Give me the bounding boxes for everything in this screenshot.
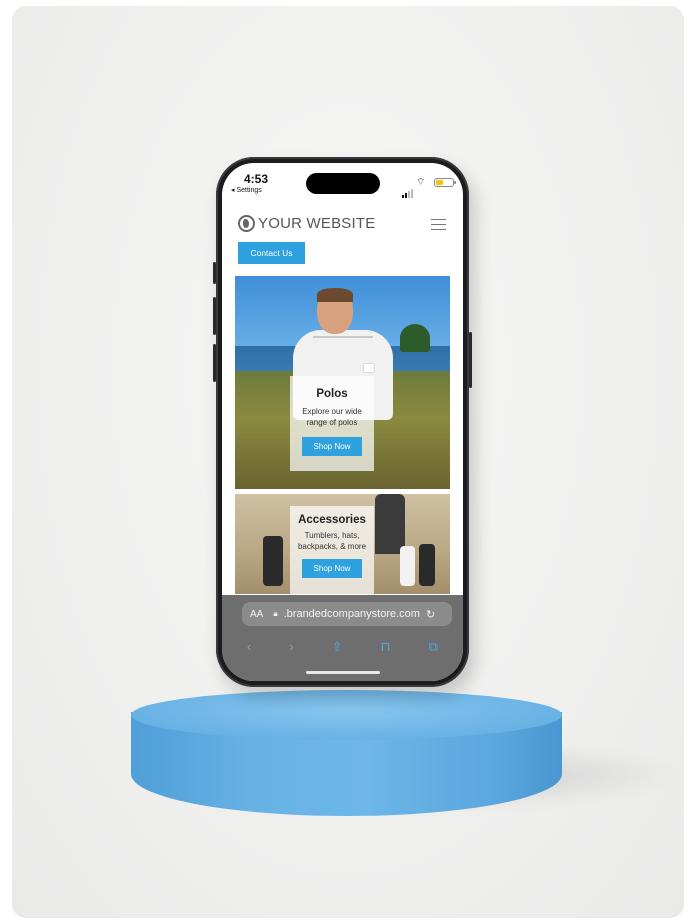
bookmarks-icon[interactable]: ⊓ — [381, 639, 391, 659]
accessories-title: Accessories — [298, 514, 366, 526]
status-bar: 4:53 ◂ Settings ⌔ — [222, 163, 463, 201]
accessories-overlay: Accessories Tumblers, hats, backpacks, &… — [290, 506, 374, 594]
polos-card[interactable]: Polos Explore our wide range of polos Sh… — [235, 276, 450, 489]
back-to-settings-link[interactable]: ◂ Settings — [231, 186, 262, 194]
pedestal — [131, 690, 562, 816]
tumbler-dark — [419, 544, 435, 586]
globe-icon[interactable] — [238, 215, 255, 232]
accessories-description: Tumblers, hats, backpacks, & more — [297, 531, 367, 551]
site-title[interactable]: YOUR WEBSITE — [258, 215, 375, 232]
share-icon[interactable]: ⇪ — [332, 639, 343, 659]
model-hair — [317, 288, 353, 302]
back-icon[interactable]: ‹ — [247, 639, 251, 659]
contact-us-button[interactable]: Contact Us — [238, 242, 305, 264]
home-indicator — [306, 671, 380, 674]
hamburger-icon[interactable] — [431, 219, 446, 234]
reload-icon[interactable]: ↻ — [426, 608, 435, 621]
screen-inner: 4:53 ◂ Settings ⌔ YOUR WEBSITE Contact U… — [222, 163, 463, 681]
cellular-signal-icon — [402, 180, 414, 198]
browser-toolbar: AA 🔒︎ .brandedcompanystore.com ↻ ‹ › ⇪ ⊓… — [222, 595, 463, 681]
polos-description: Explore our wide range of polos — [302, 407, 362, 427]
polos-overlay: Polos Explore our wide range of polos Sh… — [290, 376, 374, 471]
url-text[interactable]: .brandedcompanystore.com — [284, 608, 420, 620]
tabs-icon[interactable]: ⧉ — [429, 639, 438, 659]
shirt-logo — [363, 363, 375, 373]
accessories-shop-now-button[interactable]: Shop Now — [302, 559, 362, 578]
tumbler-black — [263, 536, 283, 586]
backpack-photo — [375, 494, 405, 554]
wifi-icon: ⌔ — [416, 177, 426, 188]
shirt-stripe — [313, 336, 373, 338]
power-button — [469, 332, 472, 388]
polos-shop-now-button[interactable]: Shop Now — [302, 437, 362, 456]
forward-icon[interactable]: › — [289, 639, 293, 659]
site-header: YOUR WEBSITE — [222, 209, 463, 237]
lock-icon: 🔒︎ — [273, 609, 278, 618]
status-time: 4:53 — [244, 172, 269, 186]
text-size-button[interactable]: AA — [250, 609, 263, 620]
polos-title: Polos — [316, 388, 348, 400]
battery-fill — [436, 180, 443, 185]
hero-trees — [400, 324, 430, 352]
dynamic-island — [306, 173, 380, 194]
browser-nav-row: ‹ › ⇪ ⊓ ⧉ — [222, 639, 463, 659]
tumbler-white — [400, 546, 415, 586]
address-bar[interactable]: AA 🔒︎ .brandedcompanystore.com ↻ — [242, 602, 452, 626]
battery-icon — [434, 178, 456, 187]
pedestal-top — [131, 690, 562, 740]
phone-screen: 4:53 ◂ Settings ⌔ YOUR WEBSITE Contact U… — [216, 157, 469, 687]
accessories-card[interactable]: Accessories Tumblers, hats, backpacks, &… — [235, 494, 450, 594]
